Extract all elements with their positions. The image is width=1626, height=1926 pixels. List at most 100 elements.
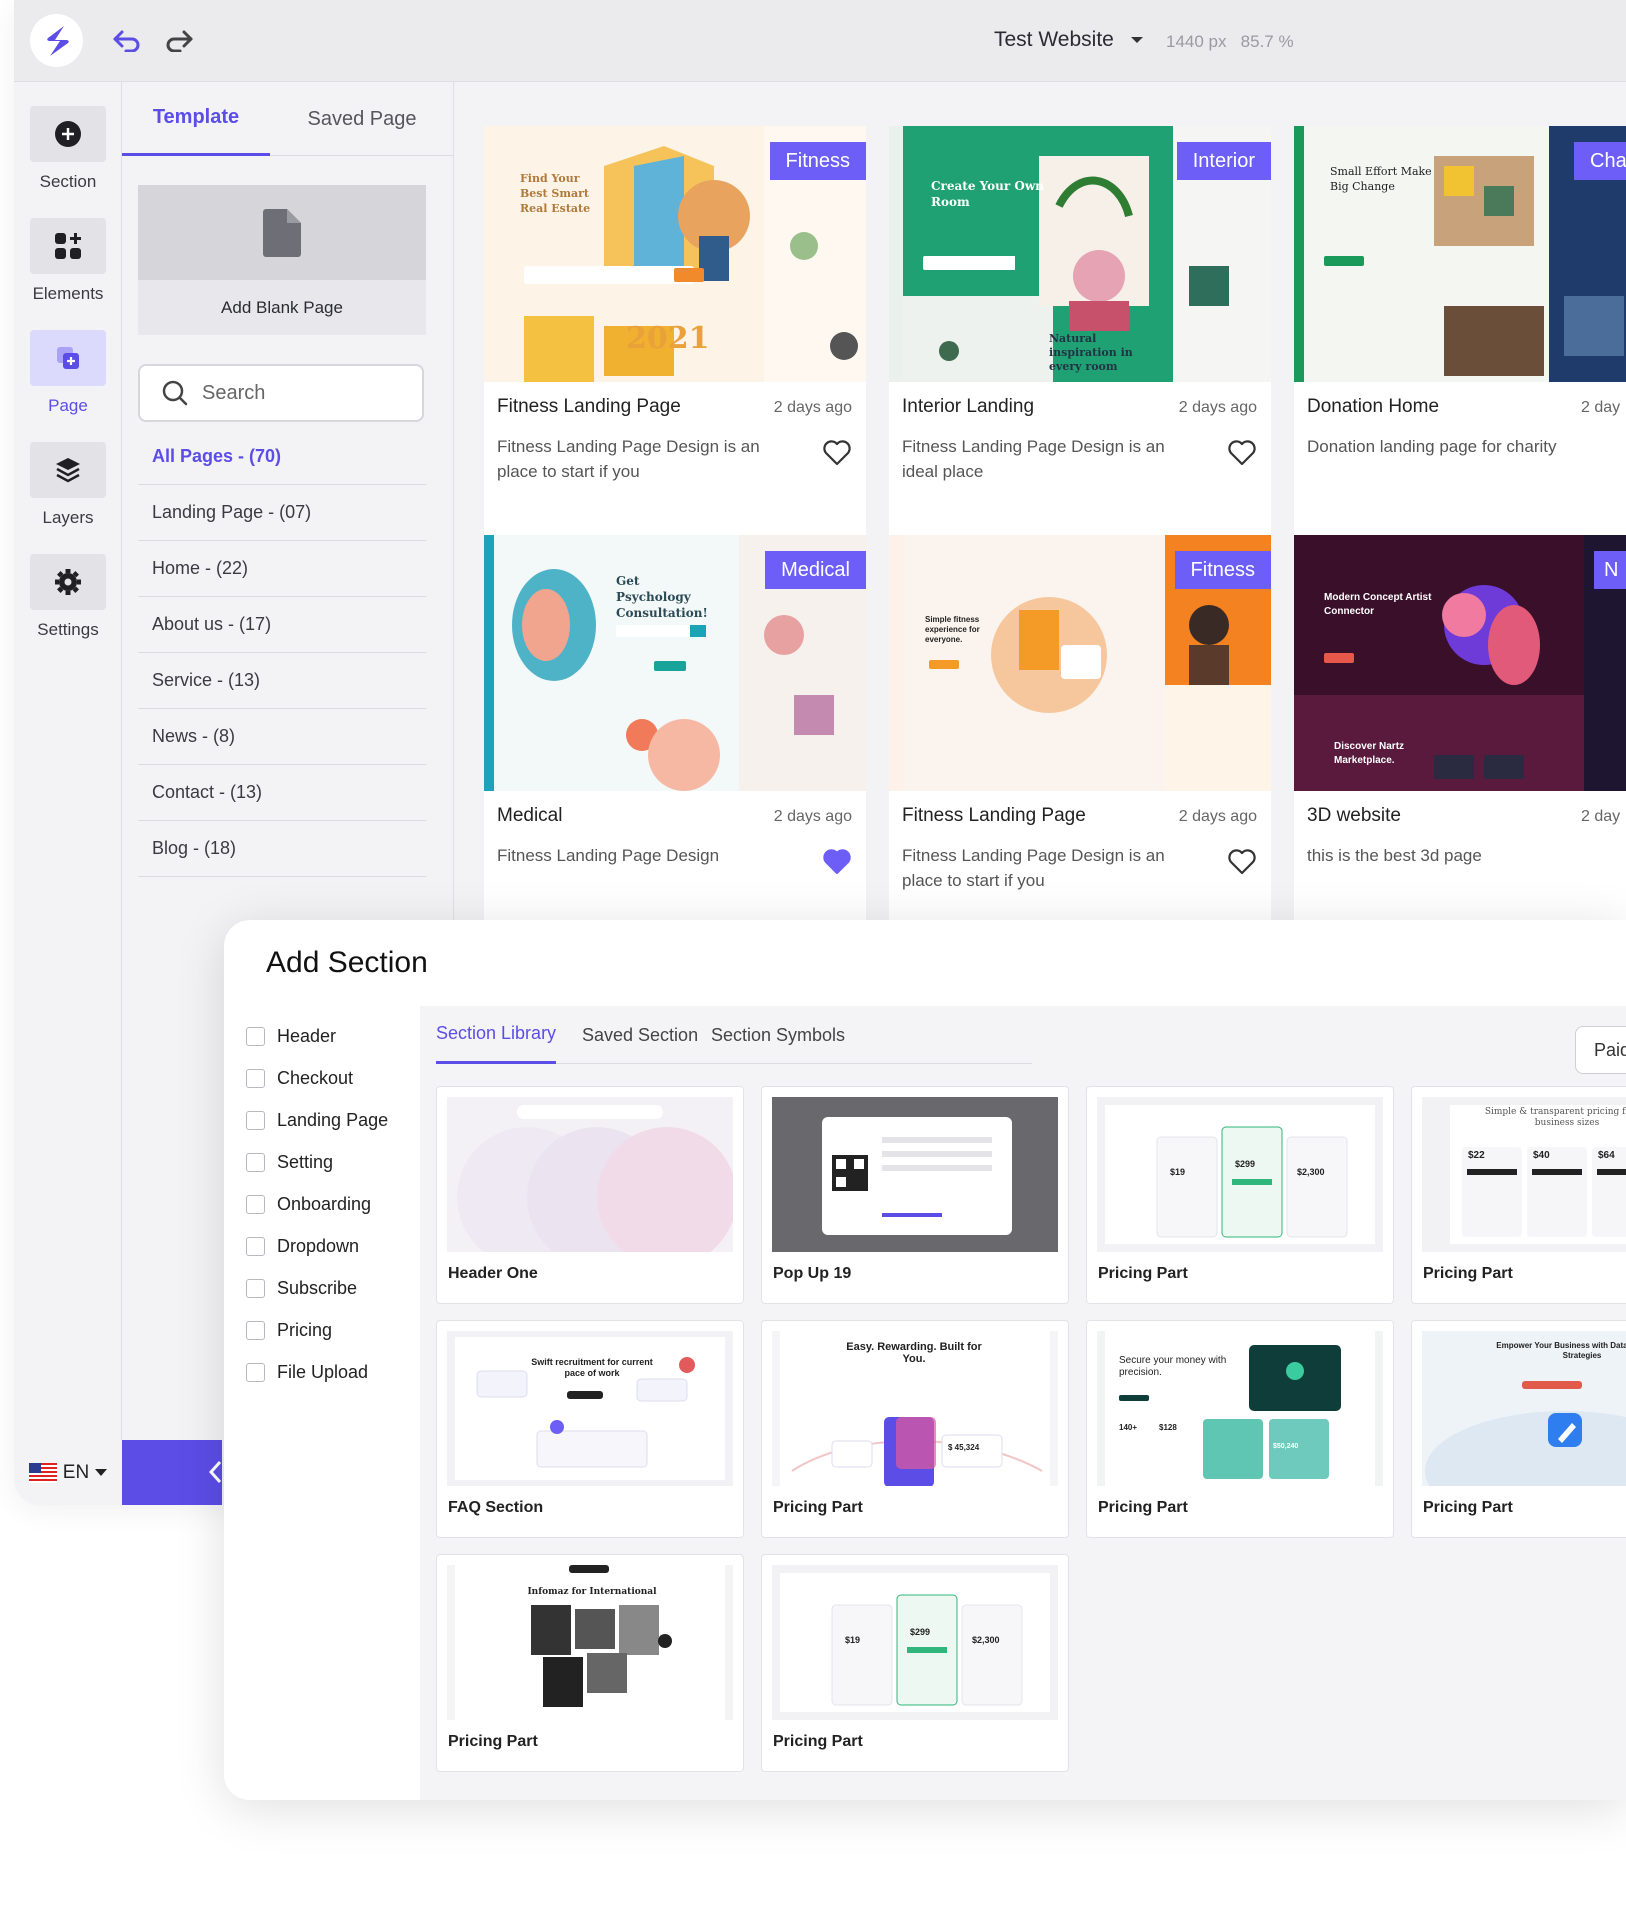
section-card[interactable]: Infomaz for International Pricing Part [436, 1554, 744, 1772]
category-badge: Fitness [1174, 551, 1271, 589]
collapse-panel-button[interactable] [122, 1440, 222, 1505]
filter-onboarding[interactable]: Onboarding [246, 1194, 371, 1215]
add-blank-page-button[interactable]: Add Blank Page [138, 185, 426, 335]
tab-section-symbols[interactable]: Section Symbols [711, 1006, 845, 1064]
tab-section-library[interactable]: Section Library [436, 1006, 557, 1064]
rail-item-page[interactable]: Page [26, 330, 110, 416]
template-card[interactable]: Get Psychology Consultation! Medical Med… [484, 535, 866, 945]
site-selector[interactable]: Test Website [994, 28, 1144, 52]
filter-landing-page[interactable]: Landing Page [246, 1110, 388, 1131]
checkbox[interactable] [246, 1111, 265, 1130]
checkbox[interactable] [246, 1237, 265, 1256]
tab-saved-section[interactable]: Saved Section [582, 1006, 698, 1064]
category-home[interactable]: Home - (22) [138, 541, 426, 597]
rail-label: Elements [32, 284, 104, 303]
category-badge: N [1594, 551, 1626, 589]
dialog-title: Add Section [266, 946, 428, 979]
thumb-price: $40 [1533, 1150, 1550, 1161]
checkbox[interactable] [246, 1195, 265, 1214]
rail-item-layers[interactable]: Layers [26, 442, 110, 528]
rail-item-section[interactable]: Section [26, 106, 110, 192]
thumb-subheading: Natural inspiration in every room [1049, 332, 1133, 373]
checkbox[interactable] [246, 1363, 265, 1382]
paid-filter-dropdown[interactable]: Paid [1575, 1026, 1626, 1074]
search-input[interactable]: Search [138, 364, 424, 422]
template-title: 3D website [1307, 805, 1401, 826]
checkbox[interactable] [246, 1069, 265, 1088]
elements-icon [55, 233, 81, 259]
template-description: this is the best 3d page [1307, 846, 1482, 865]
category-badge: Medical [765, 551, 866, 589]
template-description: Fitness Landing Page Design [497, 846, 720, 865]
section-card[interactable]: Header One [436, 1086, 744, 1304]
section-card[interactable]: $19 $299 $2,300 Pricing Part [1086, 1086, 1394, 1304]
thumb-heading: Small Effort Make Big Change [1330, 165, 1432, 193]
tab-saved-page[interactable]: Saved Page [270, 82, 454, 156]
add-blank-page-label: Add Blank Page [221, 298, 343, 317]
template-description: Fitness Landing Page Design is an place … [497, 437, 760, 481]
filter-checkout[interactable]: Checkout [246, 1068, 353, 1089]
category-news[interactable]: News - (8) [138, 709, 426, 765]
category-all-pages[interactable]: All Pages - (70) [138, 429, 426, 485]
category-blog[interactable]: Blog - (18) [138, 821, 426, 877]
section-card[interactable]: Secure your money with precision. 140+ $… [1086, 1320, 1394, 1538]
section-thumbnail: Simple & transparent pricing for all bus… [1422, 1097, 1626, 1252]
thumb-heading: Simple fitness experience for everyone. [925, 615, 980, 644]
section-card[interactable]: Swift recruitment for current pace of wo… [436, 1320, 744, 1538]
section-card[interactable]: Pop Up 19 [761, 1086, 1069, 1304]
filter-label: Checkout [277, 1068, 354, 1088]
filter-label: Dropdown [277, 1236, 360, 1256]
category-contact[interactable]: Contact - (13) [138, 765, 426, 821]
template-date: 2 days ago [1178, 399, 1257, 416]
chevron-left-icon [208, 1460, 222, 1484]
section-card[interactable]: Easy. Rewarding. Built for You. $ 45,324… [761, 1320, 1069, 1538]
language-selector[interactable]: EN [14, 1440, 122, 1505]
undo-icon[interactable] [109, 22, 145, 58]
section-card[interactable]: Simple & transparent pricing for all bus… [1411, 1086, 1626, 1304]
filter-pricing[interactable]: Pricing [246, 1320, 332, 1341]
heart-icon[interactable] [1227, 847, 1257, 877]
checkbox[interactable] [246, 1321, 265, 1340]
checkbox[interactable] [246, 1279, 265, 1298]
app-logo[interactable] [30, 14, 83, 67]
rail-item-settings[interactable]: Settings [26, 554, 110, 640]
checkbox[interactable] [246, 1153, 265, 1172]
template-card[interactable]: Small Effort Make Big Change Char Donati… [1294, 126, 1626, 536]
template-title: Fitness Landing Page [902, 805, 1086, 826]
section-name: Pricing Part [1423, 1265, 1513, 1282]
template-description: Donation landing page for charity [1307, 437, 1557, 456]
section-thumbnail: Swift recruitment for current pace of wo… [447, 1331, 733, 1486]
filter-dropdown[interactable]: Dropdown [246, 1236, 359, 1257]
heart-icon[interactable] [822, 438, 852, 468]
filter-file-upload[interactable]: File Upload [246, 1362, 368, 1383]
thumb-amount: $ 45,324 [948, 1443, 980, 1452]
heart-filled-icon[interactable] [822, 847, 852, 877]
template-card[interactable]: Modern Concept Artist Connector Discover… [1294, 535, 1626, 945]
filter-setting[interactable]: Setting [246, 1152, 333, 1173]
template-card[interactable]: Simple fitness experience for everyone. … [889, 535, 1271, 945]
category-about-us[interactable]: About us - (17) [138, 597, 426, 653]
category-service[interactable]: Service - (13) [138, 653, 426, 709]
layers-icon [56, 458, 80, 483]
template-card[interactable]: Find Your Best Smart Real Estate 2021 Fi… [484, 126, 866, 536]
template-card[interactable]: Create Your Own Room Natural inspiration… [889, 126, 1271, 536]
rail-item-elements[interactable]: Elements [26, 218, 110, 304]
section-name: Pop Up 19 [773, 1265, 852, 1282]
filter-header[interactable]: Header [246, 1026, 336, 1047]
section-card[interactable]: Empower Your Business with Data-Driven A… [1411, 1320, 1626, 1538]
logo-icon [46, 25, 69, 56]
tab-template[interactable]: Template [122, 82, 270, 156]
rail-label: Section [39, 172, 97, 191]
thumb-heading: Secure your money with precision. [1119, 1355, 1227, 1378]
rail-label: Layers [42, 508, 94, 527]
redo-icon[interactable] [161, 22, 197, 58]
section-thumbnail: $19 $299 $2,300 [772, 1565, 1058, 1720]
section-name: Pricing Part [1098, 1499, 1188, 1516]
rail-label: Page [48, 396, 88, 415]
thumb-heading: Empower Your Business with Data-Driven A… [1496, 1341, 1626, 1360]
section-card[interactable]: $19 $299 $2,300 Pricing Part [761, 1554, 1069, 1772]
heart-icon[interactable] [1227, 438, 1257, 468]
category-landing-page[interactable]: Landing Page - (07) [138, 485, 426, 541]
filter-subscribe[interactable]: Subscribe [246, 1278, 357, 1299]
checkbox[interactable] [246, 1027, 265, 1046]
